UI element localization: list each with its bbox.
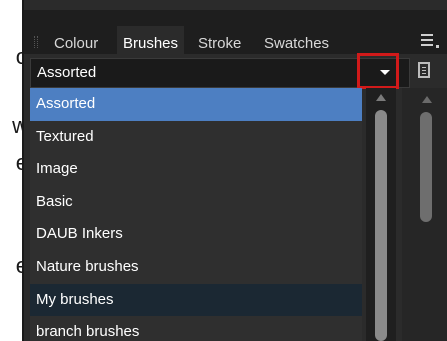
tab-colour[interactable]: Colour: [54, 26, 98, 62]
tab-swatches[interactable]: Swatches: [264, 26, 329, 62]
list-item[interactable]: Basic: [30, 186, 362, 219]
list-item[interactable]: Textured: [30, 121, 362, 154]
list-item[interactable]: My brushes: [30, 283, 362, 317]
list-item[interactable]: Assorted: [30, 88, 362, 121]
caret-up-icon[interactable]: [422, 96, 432, 103]
brush-preview-column: [402, 88, 447, 341]
brushes-panel: Colour Brushes Stroke Swatches Assorted …: [22, 0, 447, 341]
dropdown-selected-value: Assorted: [37, 64, 97, 81]
panel-grip-handle[interactable]: [34, 36, 38, 48]
scrollbar-thumb[interactable]: [375, 110, 387, 341]
dropdown-arrow-highlight: [357, 53, 399, 89]
tab-brushes[interactable]: Brushes: [117, 26, 185, 62]
list-item[interactable]: DAUB Inkers: [30, 218, 362, 251]
screenshot-root: o r w e e Colour Brushes Stroke Swatches…: [0, 0, 447, 341]
panel-tab-bar: Colour Brushes Stroke Swatches: [24, 10, 447, 62]
list-item[interactable]: Nature brushes: [30, 251, 362, 284]
list-view-icon[interactable]: [418, 62, 430, 78]
list-item[interactable]: Image: [30, 153, 362, 186]
caret-down-icon[interactable]: [380, 70, 390, 75]
hamburger-menu-icon[interactable]: [421, 34, 439, 48]
list-scrollbar[interactable]: [366, 88, 396, 341]
brush-category-dropdown[interactable]: Assorted: [30, 58, 410, 88]
caret-up-icon[interactable]: [376, 94, 386, 101]
scrollbar-thumb[interactable]: [420, 112, 432, 222]
brush-category-list: Assorted Textured Image Basic DAUB Inker…: [30, 88, 362, 341]
tab-stroke[interactable]: Stroke: [198, 26, 241, 62]
list-item[interactable]: branch brushes: [30, 316, 362, 341]
